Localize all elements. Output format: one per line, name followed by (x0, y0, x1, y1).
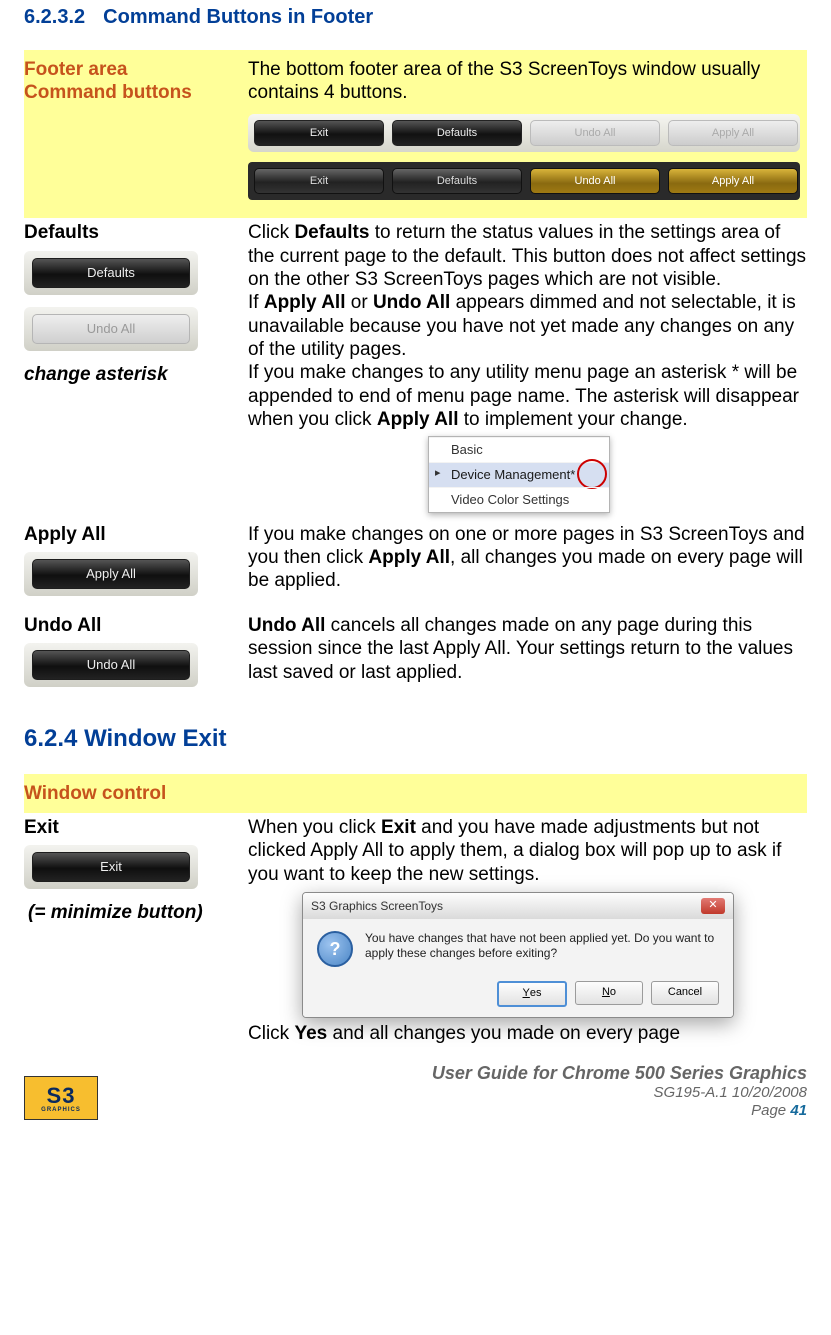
section-heading: 6.2.4 Window Exit (24, 724, 807, 754)
window-control-header-row: Window control (24, 774, 807, 813)
exit-row: Exit Exit (= minimize button) When you c… (24, 813, 807, 1048)
dialog-title: S3 Graphics ScreenToys (311, 899, 443, 914)
confirm-dialog: S3 Graphics ScreenToys ✕ ? You have chan… (302, 892, 734, 1018)
defaults-button-image: Defaults (24, 251, 198, 295)
defaults-row: Defaults Defaults Undo All change asteri… (24, 218, 807, 519)
text: and all changes you made on every page (327, 1023, 680, 1044)
text: If (248, 292, 264, 313)
highlight-circle-icon (577, 459, 607, 489)
exit-button[interactable]: Exit (254, 168, 384, 194)
content-table: Footer area Command buttons The bottom f… (24, 50, 807, 703)
row-text: The bottom footer area of the S3 ScreenT… (248, 58, 807, 105)
defaults-button[interactable]: Defaults (392, 120, 522, 146)
logo-text: S3 (47, 1082, 76, 1109)
text: Click (248, 1023, 294, 1044)
page-number: 41 (790, 1102, 807, 1119)
defaults-button[interactable]: Defaults (32, 258, 190, 288)
apply-all-button[interactable]: Apply All (668, 168, 798, 194)
footer-right: User Guide for Chrome 500 Series Graphic… (432, 1063, 807, 1121)
section-title: Command Buttons in Footer (103, 6, 373, 28)
text: Undo All (248, 615, 325, 636)
exit-label: Exit (24, 816, 242, 839)
content-table-2: Window control Exit Exit (= minimize but… (24, 774, 807, 1049)
question-icon: ? (317, 931, 353, 967)
s3-logo: S3 GRAPHICS (24, 1076, 98, 1120)
exit-button-image: Exit (24, 845, 198, 889)
section-number: 6.2.4 (24, 725, 77, 752)
text: Yes (294, 1023, 327, 1044)
cancel-button[interactable]: Cancel (651, 981, 719, 1005)
yes-button[interactable]: Yes (497, 981, 567, 1007)
section-heading: 6.2.3.2 Command Buttons in Footer (24, 5, 807, 30)
dialog-message: You have changes that have not been appl… (365, 931, 719, 967)
section-title: Window Exit (84, 725, 226, 752)
dialog-titlebar: S3 Graphics ScreenToys ✕ (303, 893, 733, 919)
no-button[interactable]: No (575, 981, 643, 1005)
undo-all-button[interactable]: Undo All (530, 168, 660, 194)
exit-button[interactable]: Exit (254, 120, 384, 146)
apply-all-button-image: Apply All (24, 552, 198, 596)
window-control-label: Window control (24, 774, 248, 813)
footer-docref: SG195-A.1 10/20/2008 (432, 1084, 807, 1102)
footer-area-row: Footer area Command buttons The bottom f… (24, 50, 807, 219)
page-footer: S3 GRAPHICS User Guide for Chrome 500 Se… (24, 1063, 807, 1121)
dialog-body: ? You have changes that have not been ap… (303, 919, 733, 975)
apply-all-button-dim: Apply All (668, 120, 798, 146)
menu-item-basic: Basic (429, 437, 609, 462)
menu-item-video-color: Video Color Settings (429, 487, 609, 512)
defaults-label: Defaults (24, 221, 242, 244)
apply-all-label: Apply All (24, 523, 242, 546)
menu-screenshot: Basic Device Management* Video Color Set… (428, 436, 610, 513)
logo-subtext: GRAPHICS (41, 1107, 81, 1114)
text: or (345, 292, 372, 313)
defaults-button[interactable]: Defaults (392, 168, 522, 194)
page-label: Page (751, 1102, 790, 1119)
exit-minimize-note: (= minimize button) (28, 901, 242, 924)
text: Click (248, 222, 294, 243)
change-asterisk-label: change asterisk (24, 363, 242, 386)
menu-item-label: Device Management* (451, 467, 575, 482)
text: Apply All (368, 547, 450, 568)
footer-bar-light: Exit Defaults Undo All Apply All (248, 114, 800, 152)
apply-all-row: Apply All Apply All If you make changes … (24, 520, 807, 611)
exit-button[interactable]: Exit (32, 852, 190, 882)
dialog-button-row: Yes No Cancel (303, 975, 733, 1017)
text: Undo All (373, 292, 450, 313)
undo-all-button[interactable]: Undo All (32, 650, 190, 680)
text: cancels all changes made on any page dur… (248, 615, 793, 683)
apply-all-button[interactable]: Apply All (32, 559, 190, 589)
text: Apply All (264, 292, 346, 313)
close-icon[interactable]: ✕ (701, 898, 725, 914)
undo-all-button-image: Undo All (24, 643, 198, 687)
undo-all-button-dim: Undo All (32, 314, 190, 344)
footer-page: Page 41 (432, 1102, 807, 1120)
text: When you click (248, 817, 381, 838)
text: Exit (381, 817, 416, 838)
undo-all-button-dim: Undo All (530, 120, 660, 146)
row-label: Footer area Command buttons (24, 59, 192, 103)
text: to implement your change. (458, 409, 687, 430)
menu-item-device-management: Device Management* (429, 462, 609, 487)
text: Defaults (294, 222, 369, 243)
undo-all-label: Undo All (24, 614, 242, 637)
footer-title: User Guide for Chrome 500 Series Graphic… (432, 1063, 807, 1085)
undoall-button-dim-image: Undo All (24, 307, 198, 351)
undo-all-row: Undo All Undo All Undo All cancels all c… (24, 611, 807, 702)
footer-bar-dark: Exit Defaults Undo All Apply All (248, 162, 800, 200)
text: Apply All (377, 409, 459, 430)
section-number: 6.2.3.2 (24, 6, 85, 28)
